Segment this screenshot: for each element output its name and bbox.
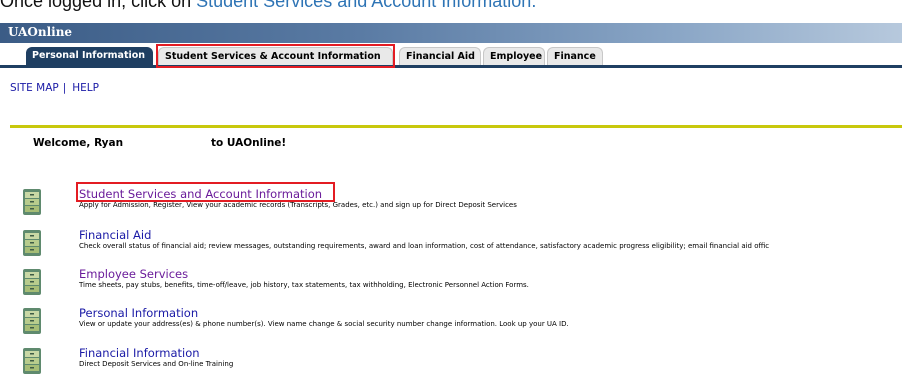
file-cabinet-icon — [23, 269, 41, 295]
menu-desc-financial-information: Direct Deposit Services and On-line Trai… — [79, 360, 234, 368]
top-links: SITE MAP | HELP — [10, 82, 99, 94]
menu-item-employee-services: Employee Services Time sheets, pay stubs… — [0, 267, 902, 297]
menu-link-employee-services[interactable]: Employee Services — [79, 267, 188, 281]
menu-link-student-services[interactable]: Student Services and Account Information — [79, 187, 322, 201]
menu-item-student-services: Student Services and Account Information… — [0, 187, 902, 217]
tab-employee[interactable]: Employee — [483, 47, 545, 65]
tab-bar: Personal Information Student Services & … — [0, 43, 902, 68]
menu-desc-employee-services: Time sheets, pay stubs, benefits, time-o… — [79, 281, 529, 289]
welcome-suffix: to UAOnline! — [211, 137, 287, 149]
menu-item-financial-information: Financial Information Direct Deposit Ser… — [0, 346, 902, 376]
app-banner: UAOnline — [0, 23, 902, 43]
menu-link-personal-information[interactable]: Personal Information — [79, 306, 198, 320]
file-cabinet-icon — [23, 189, 41, 215]
menu-link-financial-information[interactable]: Financial Information — [79, 346, 200, 360]
menu-item-financial-aid: Financial Aid Check overall status of fi… — [0, 228, 902, 258]
instruction-text: Once logged in, click on Student Service… — [0, 0, 536, 13]
site-map-link[interactable]: SITE MAP — [10, 82, 59, 94]
menu-desc-student-services: Apply for Admission, Register, View your… — [79, 201, 517, 209]
tab-personal-information[interactable]: Personal Information — [26, 47, 153, 65]
welcome-greeting: Welcome, Ryan — [33, 137, 124, 149]
file-cabinet-icon — [23, 308, 41, 334]
menu-desc-financial-aid: Check overall status of financial aid; r… — [79, 242, 770, 250]
help-link[interactable]: HELP — [72, 82, 99, 94]
tab-finance[interactable]: Finance — [547, 47, 603, 65]
menu-desc-personal-information: View or update your address(es) & phone … — [79, 320, 569, 328]
tab-financial-aid[interactable]: Financial Aid — [399, 47, 481, 65]
tab-student-services[interactable]: Student Services & Account Information — [158, 47, 393, 65]
instruction-prefix: Once logged in, click on — [0, 0, 197, 11]
link-separator: | — [62, 82, 67, 94]
menu-link-financial-aid[interactable]: Financial Aid — [79, 228, 151, 242]
divider-rule — [10, 125, 902, 128]
instruction-highlight: Student Services and Account Information… — [196, 0, 537, 11]
file-cabinet-icon — [23, 348, 41, 374]
menu-item-personal-information: Personal Information View or update your… — [0, 306, 902, 336]
app-title: UAOnline — [8, 25, 73, 39]
file-cabinet-icon — [23, 230, 41, 256]
